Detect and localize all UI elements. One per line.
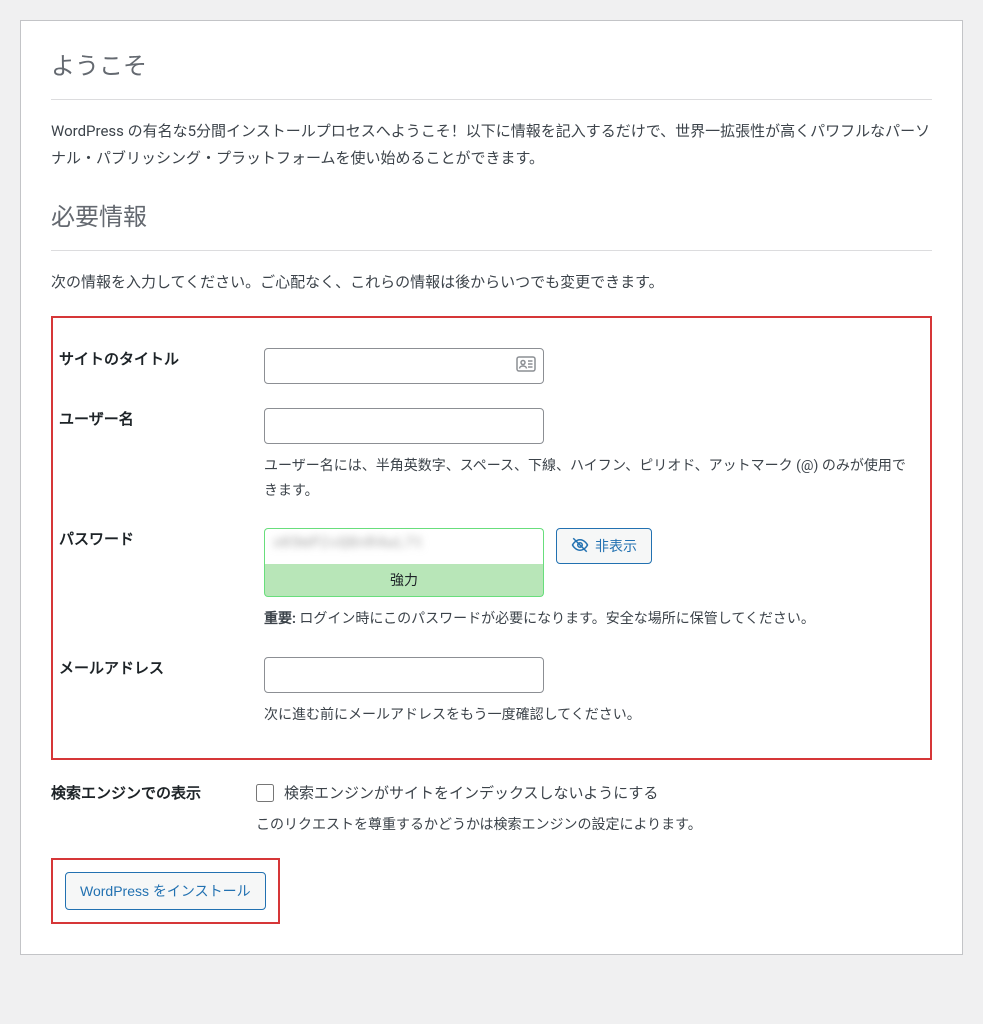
important-label: 重要: <box>264 611 296 627</box>
contact-card-icon <box>516 356 536 376</box>
site-title-label: サイトのタイトル <box>59 336 264 396</box>
email-desc: 次に進む前にメールアドレスをもう一度確認してください。 <box>264 703 914 728</box>
email-input[interactable] <box>264 657 544 693</box>
search-engine-checkbox-label: 検索エンジンがサイトをインデックスしないようにする <box>284 782 658 803</box>
search-engine-checkbox[interactable] <box>256 784 274 802</box>
password-strength-meter: 強力 <box>264 564 544 597</box>
password-masked-value: xK9mP2vQ8nR4wL7t <box>273 535 424 551</box>
required-fields-highlight: サイトのタイトル <box>51 316 932 760</box>
info-heading: 必要情報 <box>51 197 932 251</box>
hide-button-label: 非表示 <box>595 536 637 556</box>
hide-password-button[interactable]: 非表示 <box>556 528 652 564</box>
submit-highlight: WordPress をインストール <box>51 858 280 924</box>
search-engine-desc: このリクエストを尊重するかどうかは検索エンジンの設定によります。 <box>256 813 922 838</box>
install-button[interactable]: WordPress をインストール <box>65 872 266 910</box>
welcome-intro: WordPress の有名な5分間インストールプロセスへようこそ！以下に情報を記… <box>51 118 932 172</box>
eye-slash-icon <box>571 536 589 557</box>
password-label: パスワード <box>59 516 264 644</box>
install-panel: ようこそ WordPress の有名な5分間インストールプロセスへようこそ！以下… <box>20 20 963 955</box>
email-label: メールアドレス <box>59 645 264 740</box>
site-title-input[interactable] <box>264 348 544 384</box>
info-intro: 次の情報を入力してください。ご心配なく、これらの情報は後からいつでも変更できます… <box>51 269 932 296</box>
username-desc: ユーザー名には、半角英数字、スペース、下線、ハイフン、ピリオド、アットマーク (… <box>264 454 914 504</box>
password-important-note: 重要: ログイン時にこのパスワードが必要になります。安全な場所に保管してください… <box>264 607 914 632</box>
username-label: ユーザー名 <box>59 396 264 516</box>
username-input[interactable] <box>264 408 544 444</box>
welcome-heading: ようこそ <box>51 46 932 100</box>
search-engine-label: 検索エンジンでの表示 <box>51 770 256 850</box>
important-text: ログイン時にこのパスワードが必要になります。安全な場所に保管してください。 <box>296 611 815 627</box>
password-input[interactable]: xK9mP2vQ8nR4wL7t <box>264 528 544 564</box>
